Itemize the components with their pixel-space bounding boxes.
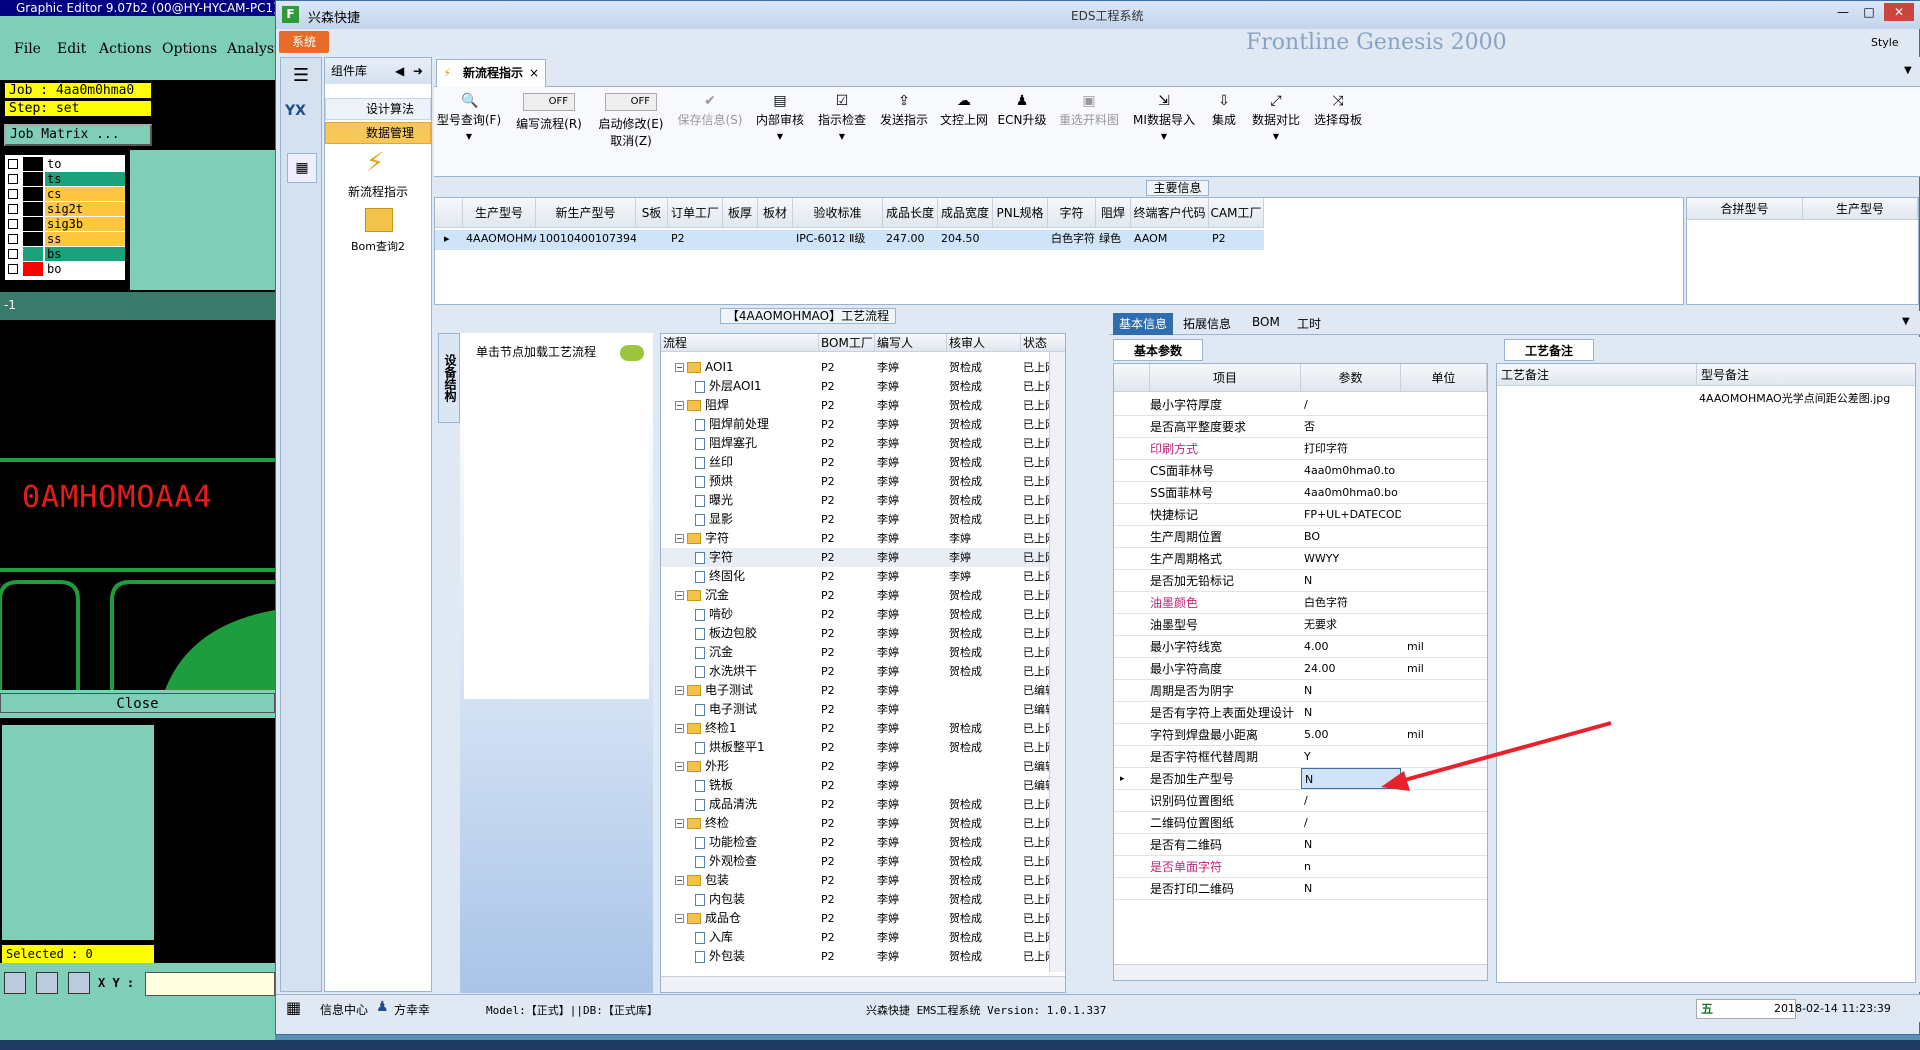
zoom-icon[interactable] bbox=[4, 972, 26, 994]
layer-color-swatch bbox=[23, 202, 43, 216]
layer-name: bs bbox=[45, 247, 125, 261]
layer-checkbox[interactable] bbox=[8, 219, 18, 229]
layer-color-swatch bbox=[23, 217, 43, 231]
graphic-editor-menubar: File Edit Actions Options Analysis bbox=[0, 34, 286, 64]
layer-checkbox[interactable] bbox=[8, 174, 18, 184]
measure-icon[interactable] bbox=[36, 972, 58, 994]
layer-row[interactable]: ts bbox=[5, 172, 125, 187]
layer-name: sig2t bbox=[45, 202, 125, 216]
layer-color-swatch bbox=[23, 157, 43, 171]
layer-color-swatch bbox=[23, 262, 43, 276]
layer-checkbox[interactable] bbox=[8, 249, 18, 259]
layer-name: to bbox=[45, 157, 125, 171]
layer-name: ss bbox=[45, 232, 125, 246]
layer-row[interactable]: cs bbox=[5, 187, 125, 202]
job-label: Job : 4aa0m0hma0 bbox=[4, 82, 152, 99]
ruler-strip: -1 bbox=[0, 292, 275, 320]
taskbar bbox=[0, 1040, 1920, 1050]
canvas-text: 0AMHOMOAA4 bbox=[22, 480, 213, 515]
layer-checkbox[interactable] bbox=[8, 159, 18, 169]
layer-row[interactable]: sig3b bbox=[5, 217, 125, 232]
eds-window: F 兴森快捷 EDS工程系统 — □ ✕ 系统 Frontline Genesi… bbox=[275, 0, 1920, 1035]
xy-input[interactable] bbox=[145, 972, 275, 996]
menu-options[interactable]: Options bbox=[162, 41, 217, 57]
layer-list-side bbox=[130, 150, 275, 290]
layer-checkbox[interactable] bbox=[8, 264, 18, 274]
layer-checkbox[interactable] bbox=[8, 204, 18, 214]
graphic-canvas[interactable]: 0AMHOMOAA4 bbox=[0, 320, 275, 690]
menu-file[interactable]: File bbox=[14, 41, 41, 57]
step-label: Step: set bbox=[4, 100, 152, 117]
layer-row[interactable]: bo bbox=[5, 262, 125, 277]
lower-panel-teal bbox=[2, 725, 154, 940]
layer-name: cs bbox=[45, 187, 125, 201]
layer-row[interactable]: bs bbox=[5, 247, 125, 262]
selected-count: Selected : 0 bbox=[2, 945, 154, 963]
menu-edit[interactable]: Edit bbox=[57, 41, 86, 57]
graphic-editor-title: Graphic Editor 9.07b2 (00@HY-HYCAM-PC1) bbox=[0, 0, 275, 16]
layer-list: to ts cs sig2t sig3b ss bs bo bbox=[5, 155, 125, 280]
layer-color-swatch bbox=[23, 172, 43, 186]
layer-row[interactable]: to bbox=[5, 157, 125, 172]
layer-checkbox[interactable] bbox=[8, 189, 18, 199]
layer-color-swatch bbox=[23, 247, 43, 261]
xy-label: X Y : bbox=[98, 976, 135, 990]
annotation-arrow bbox=[1381, 721, 1612, 791]
layer-name: ts bbox=[45, 172, 125, 186]
layer-color-swatch bbox=[23, 232, 43, 246]
layer-color-swatch bbox=[23, 187, 43, 201]
job-matrix-button[interactable]: Job Matrix ... bbox=[4, 124, 152, 146]
layer-name: bo bbox=[45, 262, 125, 276]
layer-row[interactable]: sig2t bbox=[5, 202, 125, 217]
close-button[interactable]: Close bbox=[0, 693, 275, 713]
menu-actions[interactable]: Actions bbox=[99, 41, 152, 57]
layer-checkbox[interactable] bbox=[8, 234, 18, 244]
layer-name: sig3b bbox=[45, 217, 125, 231]
grid-icon[interactable] bbox=[68, 972, 90, 994]
layer-row[interactable]: ss bbox=[5, 232, 125, 247]
